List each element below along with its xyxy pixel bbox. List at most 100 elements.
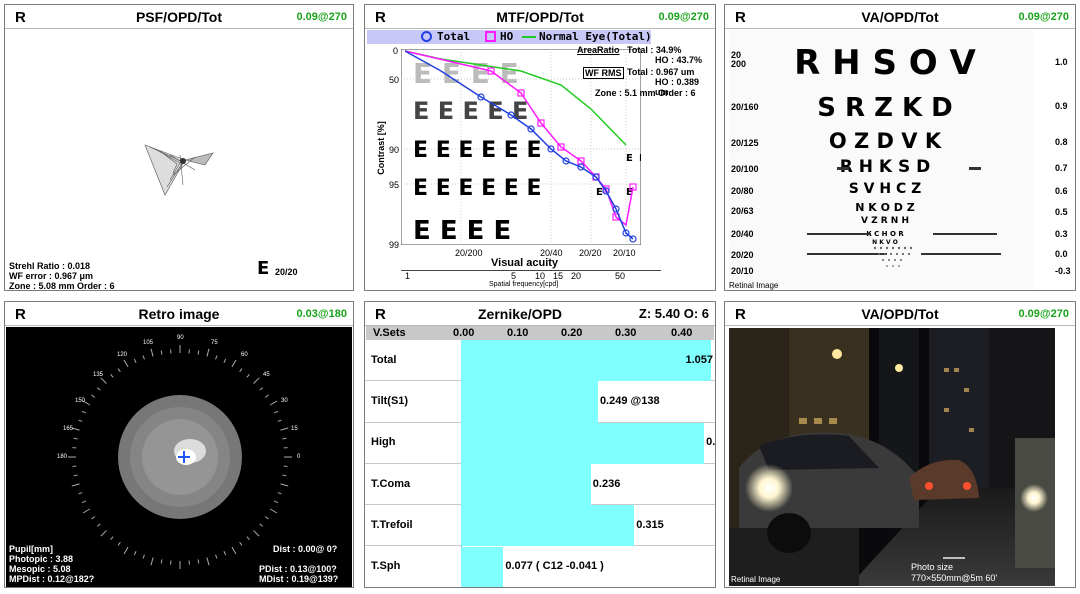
angle-label: 120 (117, 352, 128, 358)
legend-ho: HO (500, 30, 514, 43)
angle-tick (78, 419, 83, 422)
zernike-panel[interactable]: R Zernike/OPD Z: 5.40 O: 6 V.Sets 0.00 0… (364, 301, 716, 588)
angle-tick (82, 508, 91, 514)
y-tick-50: 50 (389, 75, 400, 85)
svg-text:E E E E: E E E E (413, 57, 519, 90)
zernike-value: 0.249 @138 (599, 394, 660, 407)
panel-header: R VA/OPD/Tot 0.09@270 (725, 5, 1075, 29)
va-row-label: 20/63 (731, 206, 754, 216)
decentration-value: 0.09@270 (658, 11, 710, 23)
sf-tick-5: 5 (511, 271, 517, 281)
axis-tick: 0.00 (453, 327, 475, 339)
psf-image (144, 144, 214, 196)
angle-tick (269, 508, 278, 514)
pupil-label: Pupil[mm] (9, 544, 53, 554)
panel-header: R MTF/OPD/Tot 0.09@270 (365, 5, 715, 29)
angle-tick (269, 400, 278, 406)
retinal-image-label: Retinal Image (729, 281, 779, 290)
zernike-bar (461, 340, 711, 382)
angle-tick (197, 350, 200, 355)
zernike-row: Total 1.057 (365, 340, 715, 382)
ho-legend-marker (485, 31, 496, 42)
zernike-row: Tilt(S1) 0.249 @138 (365, 381, 715, 423)
decentration-value: 0.09@270 (1018, 308, 1070, 320)
x-axis-label: Visual acuity (491, 257, 559, 269)
y-tick-95: 95 (389, 180, 400, 190)
psf-panel[interactable]: R PSF/OPD/Tot 0.09@270 Strehl Ratio : 0.… (4, 4, 354, 291)
zernike-row: T.Coma 0.236 (365, 463, 715, 506)
blur-dash (837, 167, 849, 170)
blur-dash (807, 233, 871, 235)
va-decimal: 0.3 (1055, 229, 1068, 239)
svg-text:E: E (626, 153, 633, 164)
angle-tick (91, 394, 96, 398)
va-decimal: 0.5 (1055, 207, 1068, 217)
angle-tick (277, 492, 282, 495)
angle-label: 135 (93, 372, 104, 378)
svg-text:E: E (596, 187, 603, 198)
panel-header: R Retro image 0.03@180 (5, 302, 353, 326)
angle-tick (259, 523, 264, 527)
va-row-label: 20 200 (731, 50, 747, 69)
blur-dash (933, 233, 997, 235)
zernike-bar (461, 381, 598, 423)
angle-tick (110, 536, 114, 541)
zernike-bar (461, 422, 705, 464)
sf-tick-20: 20 (571, 271, 582, 281)
svg-text:E E E E E E: E E E E E E (413, 176, 541, 201)
normal-legend-marker (522, 36, 536, 38)
dist-value: Dist : 0.00@ 0? (273, 544, 338, 554)
decentration-value: 0.09@270 (1018, 11, 1070, 23)
legend-total: Total (437, 30, 471, 43)
zernike-row-label: T.Trefoil (371, 518, 413, 531)
axis-tick: 0.20 (561, 327, 583, 339)
zernike-row-label: T.Coma (371, 477, 411, 490)
zernike-bar (461, 505, 635, 547)
angle-label: 30 (281, 398, 288, 404)
va-letters-row: S R Z K D (817, 93, 953, 123)
angle-label: 60 (241, 352, 248, 358)
va-chart-panel[interactable]: R VA/OPD/Tot 0.09@270 20 200 20/160 20/1… (724, 4, 1076, 291)
sf-tick-15: 15 (553, 271, 564, 281)
angle-tick (277, 419, 282, 422)
panel-header: R PSF/OPD/Tot 0.09@270 (5, 5, 353, 29)
va-row-label: 20/10 (731, 266, 754, 276)
svg-text:E E E E: E E E E (413, 216, 511, 245)
angle-label: 165 (63, 426, 74, 432)
angle-tick (215, 355, 218, 360)
angle-tick (81, 500, 86, 504)
mtf-panel[interactable]: R MTF/OPD/Tot 0.09@270 Total HO Normal E… (364, 4, 716, 291)
sf-tick-50: 50 (615, 271, 626, 281)
simulated-night-scene (729, 328, 1055, 586)
angle-tick (78, 492, 83, 495)
angle-tick (91, 516, 96, 520)
va-letters-row: R H K S D (839, 157, 931, 177)
wf-rms-label: WF RMS (583, 67, 624, 79)
zernike-bar (461, 546, 504, 587)
retro-image-panel[interactable]: R Retro image 0.03@180 90 105 75 120 60 … (4, 301, 354, 588)
blur-dash (969, 167, 981, 170)
va-row-label: 20/40 (731, 229, 754, 239)
va-photo-panel[interactable]: R VA/OPD/Tot 0.09@270 Photo size 770×550… (724, 301, 1076, 588)
va-decimal: 0.6 (1055, 186, 1068, 196)
panel-header: R VA/OPD/Tot 0.09@270 (725, 302, 1075, 326)
axis-tick: 0.40 (671, 327, 693, 339)
zernike-row: T.Trefoil 0.315 (365, 505, 715, 547)
angle-tick (223, 551, 227, 556)
angle-tick (253, 377, 260, 384)
total-legend-marker (421, 31, 432, 42)
angle-tick (73, 474, 78, 477)
svg-text:E: E (639, 153, 641, 164)
zernike-value: 0.077 ( C12 -0.041 ) (505, 560, 604, 573)
angle-tick (133, 551, 137, 556)
y-tick-0: 0 (393, 46, 399, 56)
y-tick-90: 90 (389, 145, 400, 155)
angle-tick (246, 536, 250, 541)
zernike-row: High 0.442 (365, 422, 715, 464)
angle-tick (231, 359, 237, 368)
angle-tick (282, 474, 287, 477)
pdist-value: PDist : 0.13@100? (259, 564, 337, 574)
area-ratio-total: Total : 34.9% (627, 45, 682, 55)
photo-size-label: Photo size (911, 562, 954, 572)
angle-tick (280, 483, 289, 487)
